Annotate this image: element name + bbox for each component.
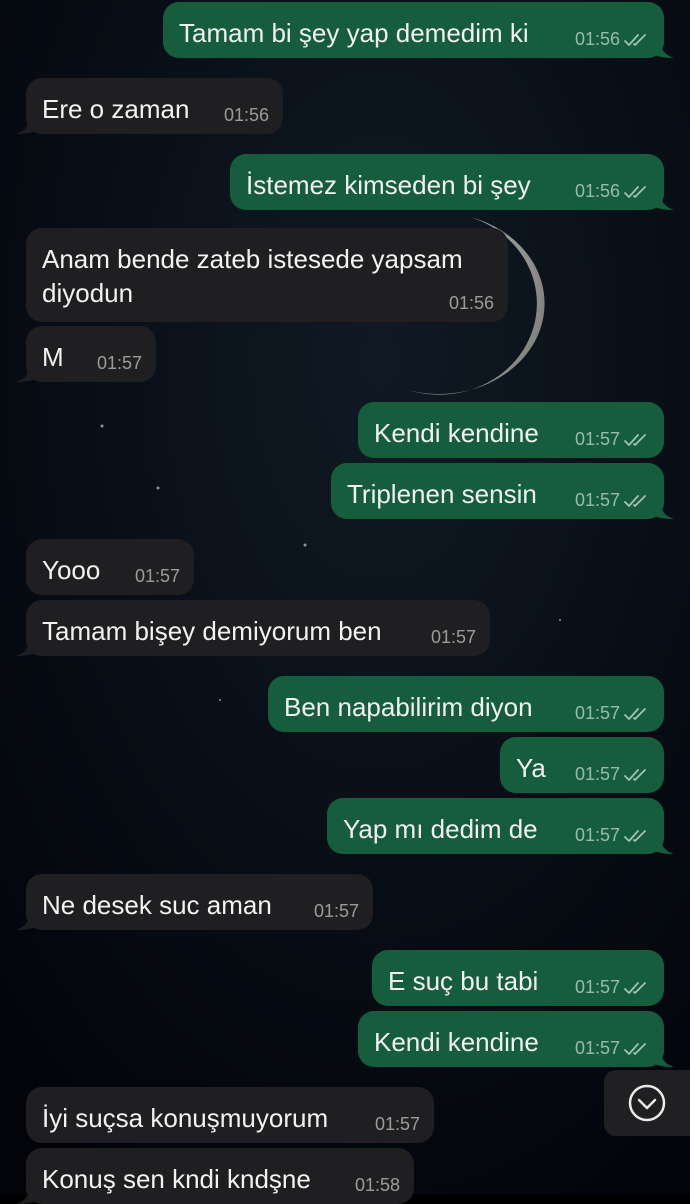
double-check-icon: [624, 829, 646, 842]
incoming-message[interactable]: Tamam bişey demiyorum ben 01:57: [16, 600, 490, 656]
message-time: 01:56: [448, 293, 494, 313]
outgoing-message[interactable]: Ya 01:57: [500, 737, 664, 793]
message-text: Kendi kendine: [374, 1027, 539, 1057]
outgoing-message[interactable]: Kendi kendine 01:57: [358, 402, 664, 458]
message-text: Ne desek suc aman: [42, 890, 272, 920]
message-meta: 01:56: [224, 105, 269, 126]
message-text: Ya: [516, 753, 546, 783]
message-meta: 01:57: [575, 825, 650, 846]
message-meta: 01:57: [575, 1038, 650, 1059]
incoming-message[interactable]: Konuş sen kndi kndşne 01:58: [16, 1148, 414, 1204]
message-time: 01:57: [374, 1114, 420, 1134]
message-text: Yap mı dedim de: [343, 814, 538, 844]
message-text: Kendi kendine: [374, 418, 539, 448]
message-text: Konuş sen kndi kndşne: [42, 1164, 311, 1194]
message-text: Yooo: [42, 555, 101, 585]
message-meta: 01:57: [431, 627, 476, 648]
message-meta: 01:57: [314, 901, 359, 922]
message-meta: 01:57: [135, 566, 180, 587]
message-time: 01:57: [574, 825, 620, 845]
message-time: 01:56: [574, 181, 620, 201]
message-time: 01:56: [223, 105, 269, 125]
double-check-icon: [624, 707, 646, 720]
bubble-tail: [652, 832, 674, 854]
message-text: İyi suçsa konuşmuyorum: [42, 1103, 329, 1133]
double-check-icon: [624, 1042, 646, 1055]
message-time: 01:56: [574, 29, 620, 49]
message-meta: 01:57: [575, 703, 650, 724]
message-time: 01:57: [313, 901, 359, 921]
message-time: 01:57: [574, 764, 620, 784]
bubble-tail: [16, 634, 38, 656]
message-time: 01:57: [134, 566, 180, 586]
bubble-tail: [16, 1182, 38, 1204]
double-check-icon: [624, 185, 646, 198]
bubble-tail: [652, 497, 674, 519]
bubble-tail: [16, 360, 38, 382]
message-time: 01:57: [96, 353, 142, 373]
message-text: Tamam bi şey yap demedim ki: [179, 18, 529, 48]
double-check-icon: [624, 981, 646, 994]
message-meta: 01:57: [575, 764, 650, 785]
incoming-message[interactable]: Ne desek suc aman 01:57: [16, 874, 373, 930]
incoming-message[interactable]: M 01:57: [16, 326, 156, 382]
message-meta: 01:56: [449, 293, 494, 314]
message-time: 01:57: [574, 1038, 620, 1058]
double-check-icon: [624, 33, 646, 46]
message-text: M: [42, 342, 64, 372]
incoming-message[interactable]: Anam bende zateb istesede yapsam diyodun…: [26, 228, 508, 322]
outgoing-message[interactable]: Tamam bi şey yap demedim ki 01:56: [163, 2, 674, 58]
bubble-tail: [16, 112, 38, 134]
message-time: 01:57: [430, 627, 476, 647]
outgoing-message[interactable]: İstemez kimseden bi şey 01:56: [230, 154, 674, 210]
message-text: Triplenen sensin: [347, 479, 537, 509]
message-meta: 01:57: [375, 1114, 420, 1135]
scroll-to-bottom-button[interactable]: [604, 1070, 690, 1136]
outgoing-message[interactable]: E suç bu tabi 01:57: [372, 950, 664, 1006]
message-meta: 01:58: [355, 1175, 400, 1196]
bubble-tail: [652, 36, 674, 58]
bubble-tail: [652, 1045, 674, 1067]
incoming-message[interactable]: İyi suçsa konuşmuyorum 01:57: [26, 1087, 434, 1143]
outgoing-message[interactable]: Ben napabilirim diyon 01:57: [268, 676, 664, 732]
message-text: İstemez kimseden bi şey: [246, 170, 531, 200]
message-time: 01:57: [574, 703, 620, 723]
chevron-down-icon: [628, 1084, 666, 1122]
message-meta: 01:57: [575, 429, 650, 450]
double-check-icon: [624, 433, 646, 446]
message-text: Anam bende zateb istesede yapsam diyodun: [42, 244, 463, 308]
message-time: 01:57: [574, 429, 620, 449]
double-check-icon: [624, 768, 646, 781]
message-time: 01:58: [354, 1175, 400, 1195]
message-time: 01:57: [574, 490, 620, 510]
bubble-tail: [652, 188, 674, 210]
message-meta: 01:56: [575, 29, 650, 50]
message-time: 01:57: [574, 977, 620, 997]
message-text: Ben napabilirim diyon: [284, 692, 533, 722]
message-text: Tamam bişey demiyorum ben: [42, 616, 382, 646]
outgoing-message[interactable]: Yap mı dedim de 01:57: [327, 798, 674, 854]
double-check-icon: [624, 494, 646, 507]
message-meta: 01:57: [575, 977, 650, 998]
message-text: Ere o zaman: [42, 94, 190, 124]
incoming-message[interactable]: Ere o zaman 01:56: [16, 78, 283, 134]
message-text: E suç bu tabi: [388, 966, 539, 996]
outgoing-message[interactable]: Kendi kendine 01:57: [358, 1011, 674, 1067]
bubble-tail: [16, 908, 38, 930]
outgoing-message[interactable]: Triplenen sensin 01:57: [331, 463, 674, 519]
message-meta: 01:56: [575, 181, 650, 202]
message-meta: 01:57: [97, 353, 142, 374]
message-meta: 01:57: [575, 490, 650, 511]
incoming-message[interactable]: Yooo 01:57: [26, 539, 194, 595]
